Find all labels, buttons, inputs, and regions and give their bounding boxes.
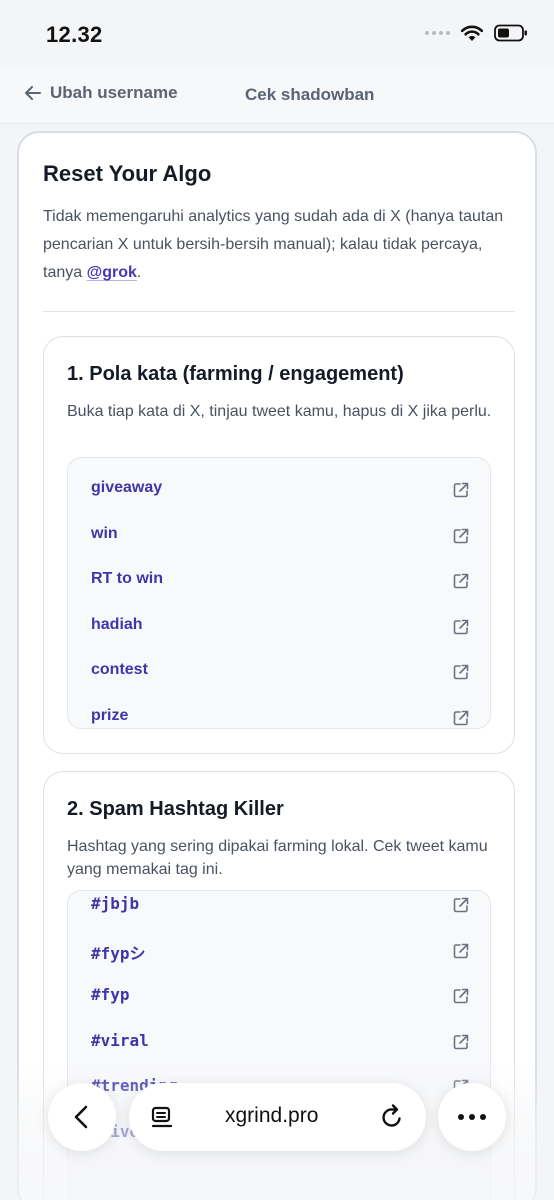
- hashtag-row[interactable]: #fypシ: [68, 928, 490, 973]
- hashtag-row[interactable]: #jbjb: [68, 891, 490, 927]
- tabs-icon[interactable]: [149, 1105, 175, 1131]
- hashtag-row[interactable]: #fyp: [68, 973, 490, 1018]
- word-row-label[interactable]: prize: [91, 707, 128, 725]
- battery-icon: [494, 24, 527, 42]
- external-link-icon[interactable]: [452, 1033, 470, 1051]
- word-row-label[interactable]: RT to win: [91, 570, 163, 588]
- external-link-icon[interactable]: [452, 987, 470, 1005]
- reload-icon[interactable]: [379, 1103, 405, 1131]
- external-link-icon[interactable]: [452, 942, 470, 960]
- word-row[interactable]: win: [68, 513, 490, 558]
- word-row-label[interactable]: contest: [91, 661, 148, 679]
- word-list: giveaway win RT to win hadiah contest prize: [67, 457, 491, 729]
- browser-back-button[interactable]: [48, 1083, 116, 1151]
- url-text[interactable]: xgrind.pro: [225, 1104, 318, 1128]
- word-row[interactable]: hadiah: [68, 604, 490, 649]
- external-link-icon[interactable]: [452, 572, 470, 590]
- word-row-label[interactable]: win: [91, 525, 118, 543]
- status-bar: 12.32: [0, 0, 554, 68]
- word-row-label[interactable]: giveaway: [91, 479, 162, 497]
- word-row[interactable]: RT to win: [68, 558, 490, 603]
- hashtag-row-label[interactable]: #fyp: [91, 985, 130, 1004]
- word-row-label[interactable]: hadiah: [91, 616, 143, 634]
- card-desc-end: .: [136, 264, 142, 281]
- arrow-left-icon: [25, 86, 41, 100]
- word-pattern-section: 1. Pola kata (farming / engagement) Buka…: [43, 336, 515, 754]
- reset-algo-card: Reset Your Algo Tidak memengaruhi analyt…: [17, 131, 537, 1200]
- hashtag-row-label[interactable]: #viral: [91, 1031, 149, 1050]
- hashtag-row-label[interactable]: #fypシ: [91, 940, 146, 964]
- back-label: Ubah username: [50, 83, 178, 102]
- card-description: Tidak memengaruhi analytics yang sudah a…: [43, 203, 513, 287]
- word-row[interactable]: contest: [68, 649, 490, 694]
- section-description: Hashtag yang sering dipakai farming loka…: [67, 838, 488, 878]
- back-to-username-link[interactable]: Ubah username: [24, 83, 178, 103]
- more-options-button[interactable]: [438, 1083, 506, 1151]
- external-link-icon[interactable]: [452, 527, 470, 545]
- section-title: 2. Spam Hashtag Killer: [67, 798, 284, 820]
- section-description: Buka tiap kata di X, tinjau tweet kamu, …: [67, 403, 492, 420]
- chevron-left-icon: [74, 1105, 88, 1129]
- address-bar[interactable]: xgrind.pro: [129, 1083, 426, 1151]
- status-time: 12.32: [46, 22, 103, 47]
- external-link-icon[interactable]: [452, 663, 470, 681]
- divider: [43, 311, 515, 312]
- signal-icon: [425, 31, 450, 35]
- wifi-icon: [460, 25, 484, 41]
- external-link-icon[interactable]: [452, 896, 470, 914]
- status-icons: [425, 24, 528, 42]
- word-row[interactable]: giveaway: [68, 467, 490, 512]
- top-nav: Ubah username Cek shadowban: [0, 68, 554, 124]
- card-title: Reset Your Algo: [43, 161, 212, 186]
- word-row[interactable]: prize: [68, 695, 490, 729]
- section-title: 1. Pola kata (farming / engagement): [67, 363, 404, 385]
- hashtag-row[interactable]: #viral: [68, 1019, 490, 1064]
- external-link-icon[interactable]: [452, 481, 470, 499]
- shadowban-link[interactable]: Cek shadowban: [245, 85, 374, 105]
- grok-link[interactable]: @grok: [87, 264, 137, 281]
- more-icon: [458, 1114, 486, 1120]
- hashtag-row-label[interactable]: #jbjb: [91, 894, 139, 913]
- external-link-icon[interactable]: [452, 618, 470, 636]
- external-link-icon[interactable]: [452, 709, 470, 727]
